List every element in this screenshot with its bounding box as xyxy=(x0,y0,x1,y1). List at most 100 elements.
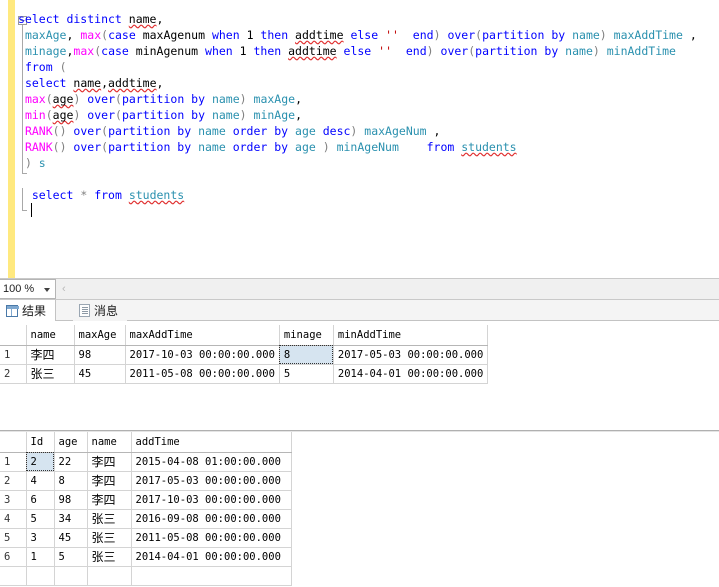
table-cell[interactable]: 张三 xyxy=(87,509,132,529)
table-cell[interactable]: 45 xyxy=(74,364,126,384)
table-cell[interactable]: 2017-10-03 00:00:00.000 xyxy=(125,345,280,365)
column-header[interactable]: age xyxy=(54,432,88,453)
table-cell[interactable]: 98 xyxy=(74,345,126,365)
table-cell[interactable]: 2016-09-08 00:00:00.000 xyxy=(131,509,292,529)
column-header[interactable]: name xyxy=(87,432,132,453)
column-header[interactable]: maxAge xyxy=(74,325,126,346)
column-header[interactable]: name xyxy=(26,325,75,346)
table-cell[interactable]: 张三 xyxy=(87,528,132,548)
table-cell[interactable]: 2014-04-01 00:00:00.000 xyxy=(131,547,292,567)
table-cell[interactable]: 2017-05-03 00:00:00.000 xyxy=(131,471,292,491)
code-line: maxAge, max(case maxAgenum when 1 then a… xyxy=(18,27,697,43)
results-grid-1-table[interactable]: name maxAge maxAddTime minage minAddTime 1 李四 9… xyxy=(0,325,489,384)
chevron-down-icon[interactable] xyxy=(44,288,50,292)
row-header-cell[interactable]: 5 xyxy=(0,528,27,548)
table-cell[interactable]: 李四 xyxy=(87,452,132,472)
table-cell[interactable]: 李四 xyxy=(26,345,75,365)
zoom-level-combobox[interactable]: 100 % xyxy=(0,279,56,299)
table-cell[interactable] xyxy=(87,566,132,586)
sql-editor[interactable]: − select distinct name, maxAge, max(case… xyxy=(0,0,719,278)
table-cell[interactable]: 张三 xyxy=(26,364,75,384)
table-row[interactable]: 6 1 5 张三 2014-04-01 00:00:00.000 xyxy=(0,547,292,567)
table-cell[interactable]: 2017-05-03 00:00:00.000 xyxy=(333,345,489,365)
column-header[interactable]: minAddTime xyxy=(333,325,489,346)
results-tabstrip[interactable]: 结果 消息 xyxy=(0,300,719,321)
tab-messages[interactable]: 消息 xyxy=(73,300,128,321)
code-token: minAgenum xyxy=(135,44,206,58)
code-token: ) xyxy=(433,28,448,42)
column-header[interactable]: maxAddTime xyxy=(125,325,280,346)
code-token: then xyxy=(260,28,296,42)
table-cell[interactable]: 22 xyxy=(54,452,88,472)
table-cell[interactable]: 李四 xyxy=(87,490,132,510)
table-cell[interactable]: 2017-10-03 00:00:00.000 xyxy=(131,490,292,510)
row-header-cell[interactable]: 2 xyxy=(0,471,27,491)
table-cell[interactable]: 5 xyxy=(26,509,55,529)
results-grid-2-table[interactable]: Id age name addTime 1 2 22 李四 2015-04-08 01:00:0… xyxy=(0,432,292,586)
code-token: ( xyxy=(45,92,53,106)
code-token: over xyxy=(447,28,476,42)
table-cell[interactable]: 5 xyxy=(279,364,334,384)
code-token: over xyxy=(440,44,469,58)
table-cell[interactable] xyxy=(131,566,292,586)
table-cell[interactable]: 2011-05-08 00:00:00.000 xyxy=(131,528,292,548)
code-token: select distinct xyxy=(18,12,129,26)
code-token: 1 xyxy=(246,28,261,42)
table-cell[interactable]: 张三 xyxy=(87,547,132,567)
table-row[interactable]: 2 4 8 李四 2017-05-03 00:00:00.000 xyxy=(0,471,292,491)
row-header-cell[interactable]: 4 xyxy=(0,509,27,529)
table-row[interactable]: 2 张三 45 2011-05-08 00:00:00.000 5 2014-04-01 … xyxy=(0,364,489,384)
table-row[interactable]: 3 6 98 李四 2017-10-03 00:00:00.000 xyxy=(0,490,292,510)
table-cell[interactable]: 4 xyxy=(26,471,55,491)
column-header[interactable]: Id xyxy=(26,432,55,453)
table-cell[interactable] xyxy=(0,566,27,586)
row-header-cell[interactable]: 2 xyxy=(0,364,27,384)
column-header[interactable]: minage xyxy=(279,325,334,346)
table-row[interactable]: 1 2 22 李四 2015-04-08 01:00:00.000 xyxy=(0,452,292,472)
grid-corner-cell[interactable] xyxy=(0,325,27,346)
results-grid-1[interactable]: name maxAge maxAddTime minage minAddTime 1 李四 9… xyxy=(0,325,489,384)
results-grid-2[interactable]: Id age name addTime 1 2 22 李四 2015-04-08 01:00:0… xyxy=(0,432,292,586)
code-token: name xyxy=(572,28,600,42)
table-cell[interactable]: 34 xyxy=(54,509,88,529)
table-cell[interactable]: 45 xyxy=(54,528,88,548)
code-token: partition by xyxy=(121,108,212,122)
table-cell[interactable]: 李四 xyxy=(87,471,132,491)
splitter-grip[interactable]: ‹ xyxy=(62,283,72,296)
table-cell[interactable]: 2014-04-01 00:00:00.000 xyxy=(333,364,489,384)
code-token: maxAge xyxy=(253,92,296,106)
grid-corner-cell[interactable] xyxy=(0,432,27,453)
table-cell[interactable]: 8 xyxy=(279,345,334,365)
table-cell[interactable] xyxy=(26,566,55,586)
code-token: s xyxy=(38,156,46,170)
table-cell[interactable]: 98 xyxy=(54,490,88,510)
table-row[interactable]: 1 李四 98 2017-10-03 00:00:00.000 8 2017-05-03 … xyxy=(0,345,489,365)
table-cell[interactable]: 1 xyxy=(26,547,55,567)
table-cell[interactable] xyxy=(54,566,88,586)
table-row-partial[interactable] xyxy=(0,566,292,586)
table-cell[interactable]: 6 xyxy=(26,490,55,510)
table-cell[interactable]: 3 xyxy=(26,528,55,548)
row-header-cell[interactable]: 1 xyxy=(0,452,27,472)
table-cell[interactable]: 2 xyxy=(26,452,55,472)
column-header[interactable]: addTime xyxy=(131,432,292,453)
row-header-cell[interactable]: 6 xyxy=(0,547,27,567)
row-header-cell[interactable]: 1 xyxy=(0,345,27,365)
table-cell[interactable]: 2015-04-08 01:00:00.000 xyxy=(131,452,292,472)
table-row[interactable]: 5 3 45 张三 2011-05-08 00:00:00.000 xyxy=(0,528,292,548)
table-cell[interactable]: 8 xyxy=(54,471,88,491)
code-token: name xyxy=(565,44,593,58)
table-cell[interactable]: 5 xyxy=(54,547,88,567)
sql-code-text[interactable]: select distinct name, maxAge, max(case m… xyxy=(18,11,697,203)
table-row[interactable]: 4 5 34 张三 2016-09-08 00:00:00.000 xyxy=(0,509,292,529)
tab-results[interactable]: 结果 xyxy=(0,300,57,321)
table-cell[interactable]: 2011-05-08 00:00:00.000 xyxy=(125,364,280,384)
code-token: from xyxy=(24,60,60,74)
row-header-cell[interactable]: 3 xyxy=(0,490,27,510)
